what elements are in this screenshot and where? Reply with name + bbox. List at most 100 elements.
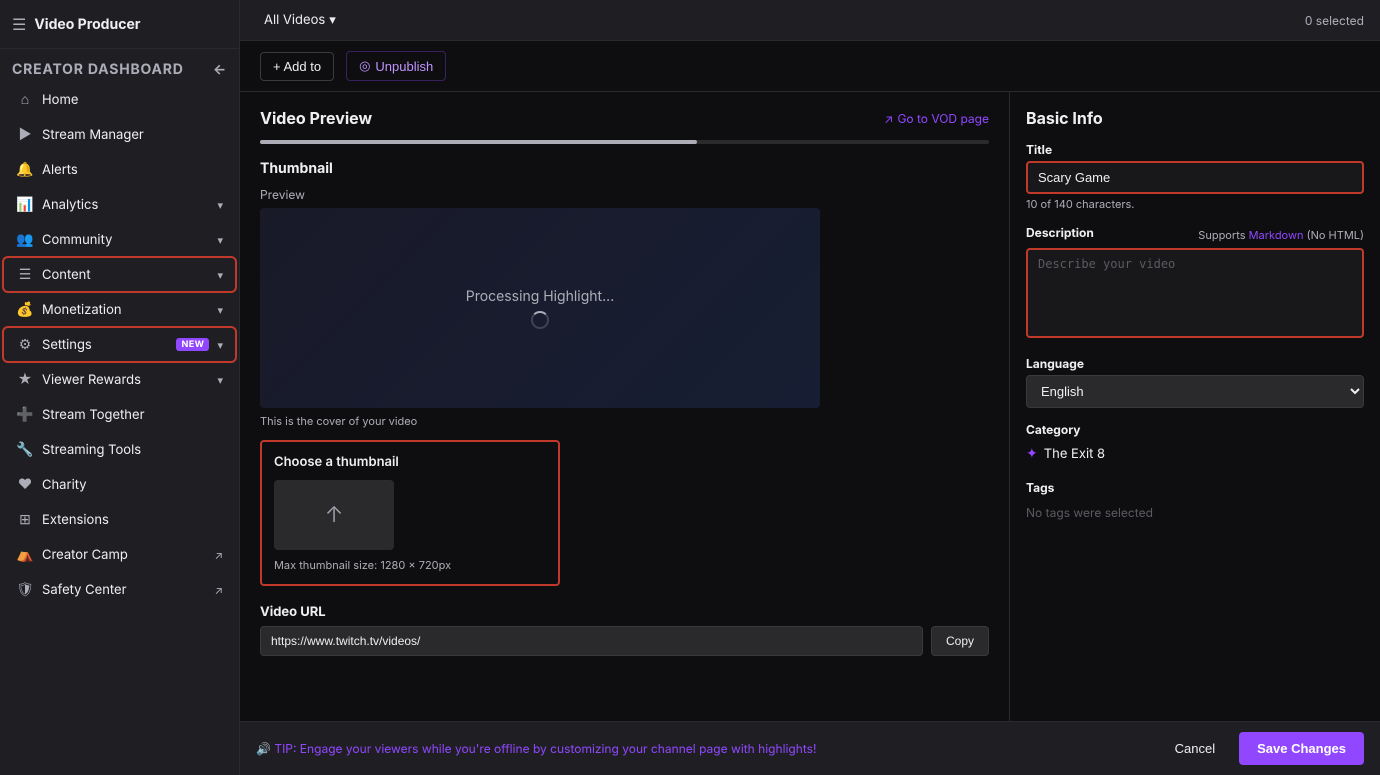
viewer-rewards-icon: ★ <box>16 371 34 388</box>
progress-bar <box>260 140 989 144</box>
sidebar-item-content[interactable]: ☰ Content ▾ <box>4 258 235 291</box>
thumbnail-section-title: Thumbnail <box>260 160 989 177</box>
sidebar-item-stream-manager[interactable]: ▶ Stream Manager <box>4 118 235 151</box>
split-panel: Video Preview ↗ Go to VOD page Thumbnail… <box>240 92 1380 721</box>
unpublish-icon: ◎ <box>359 58 370 74</box>
title-label: Title <box>1026 142 1364 157</box>
tip-emoji: 🔊 <box>256 741 271 756</box>
panel-header-row: Video Preview ↗ Go to VOD page <box>260 108 989 128</box>
sidebar-item-community[interactable]: 👥 Community ▾ <box>4 223 235 256</box>
analytics-icon: 📊 <box>16 196 34 213</box>
analytics-arrow: ▾ <box>217 198 223 212</box>
charity-icon: ♥ <box>16 476 34 493</box>
thumbnail-size-hint: Max thumbnail size: 1280 × 720px <box>274 558 546 572</box>
tags-field-group: Tags No tags were selected <box>1026 480 1364 526</box>
sidebar-item-viewer-rewards[interactable]: ★ Viewer Rewards ▾ <box>4 363 235 396</box>
copy-url-button[interactable]: Copy <box>931 626 989 656</box>
tip-message: TIP: Engage your viewers while you're of… <box>274 741 816 756</box>
tags-label: Tags <box>1026 480 1364 495</box>
monetization-icon: 💰 <box>16 301 34 318</box>
sidebar-item-streaming-tools[interactable]: 🔧 Streaming Tools <box>4 433 235 466</box>
category-label: Category <box>1026 422 1364 437</box>
go-to-vod-link[interactable]: ↗ Go to VOD page <box>884 111 989 126</box>
video-preview-image <box>260 208 820 408</box>
markdown-link[interactable]: Markdown <box>1249 228 1304 242</box>
video-url-label: Video URL <box>260 604 989 620</box>
external-link-icon: ↗ <box>214 548 223 562</box>
community-icon: 👥 <box>16 231 34 248</box>
settings-icon: ⚙ <box>16 336 34 353</box>
category-icon: ✦ <box>1026 445 1038 462</box>
description-label: Description <box>1026 225 1094 240</box>
stream-together-icon: ➕ <box>16 406 34 423</box>
cover-caption: This is the cover of your video <box>260 414 989 428</box>
sidebar-item-alerts[interactable]: 🔔 Alerts <box>4 153 235 186</box>
app-title: Video Producer <box>34 16 140 33</box>
creator-camp-icon: ⛺ <box>16 546 34 563</box>
loading-spinner <box>531 311 549 329</box>
description-textarea[interactable] <box>1026 248 1364 338</box>
language-label: Language <box>1026 356 1364 371</box>
community-arrow: ▾ <box>217 233 223 247</box>
content-icon: ☰ <box>16 266 34 283</box>
choose-thumbnail-box: Choose a thumbnail ↑ Max thumbnail size:… <box>260 440 560 586</box>
sidebar-item-safety-center[interactable]: 🛡 Safety Center ↗ <box>4 573 235 606</box>
home-icon: ⌂ <box>16 91 34 108</box>
sidebar-item-home[interactable]: ⌂ Home <box>4 83 235 116</box>
video-edit-panel: Video Preview ↗ Go to VOD page Thumbnail… <box>240 92 1010 721</box>
sidebar-header: ☰ Video Producer <box>0 0 239 49</box>
basic-info-panel: Basic Info Title 10 of 140 characters. D… <box>1010 92 1380 721</box>
video-preview-box: Processing Highlight... <box>260 208 820 408</box>
unpublish-button[interactable]: ◎ Unpublish <box>346 51 446 81</box>
sidebar-item-monetization[interactable]: 💰 Monetization ▾ <box>4 293 235 326</box>
top-toolbar: All Videos ▾ 0 selected <box>240 0 1380 41</box>
sidebar-item-extensions[interactable]: ⊞ Extensions <box>4 503 235 536</box>
safety-center-icon: 🛡 <box>16 581 34 598</box>
cancel-button[interactable]: Cancel <box>1161 733 1229 764</box>
thumbnail-upload-box[interactable]: ↑ <box>274 480 394 550</box>
external-link-icon-2: ↗ <box>214 583 223 597</box>
selected-count: 0 selected <box>1305 13 1364 28</box>
title-input[interactable] <box>1026 161 1364 194</box>
video-url-section: Video URL Copy <box>260 604 989 656</box>
save-changes-button[interactable]: Save Changes <box>1239 732 1364 765</box>
go-to-vod-icon: ↗ <box>884 111 893 126</box>
choose-thumbnail-title: Choose a thumbnail <box>274 454 546 470</box>
language-field-group: Language English <box>1026 356 1364 408</box>
add-to-label: + Add to <box>273 59 321 74</box>
bottom-bar: 🔊 TIP: Engage your viewers while you're … <box>240 721 1380 775</box>
content-arrow: ▾ <box>217 268 223 282</box>
upload-icon: ↑ <box>325 502 343 528</box>
category-field-group: Category ✦ The Exit 8 <box>1026 422 1364 466</box>
stream-manager-icon: ▶ <box>16 126 34 143</box>
language-select[interactable]: English <box>1026 375 1364 408</box>
sidebar-item-creator-camp[interactable]: ⛺ Creator Camp ↗ <box>4 538 235 571</box>
tip-text: 🔊 TIP: Engage your viewers while you're … <box>256 741 1151 756</box>
video-url-input[interactable] <box>260 626 923 656</box>
unpublish-label: Unpublish <box>375 59 433 74</box>
sidebar-item-settings[interactable]: ⚙ Settings NEW ▾ <box>4 328 235 361</box>
creator-dashboard-label: CREATOR DASHBOARD ← <box>0 49 239 82</box>
videos-dropdown[interactable]: All Videos ▾ <box>256 8 344 32</box>
processing-text: Processing Highlight... <box>466 288 614 305</box>
markdown-hint: Supports Markdown (No HTML) <box>1198 228 1364 242</box>
title-field-group: Title 10 of 140 characters. <box>1026 142 1364 211</box>
alerts-icon: 🔔 <box>16 161 34 178</box>
basic-info-title: Basic Info <box>1026 108 1364 128</box>
monetization-arrow: ▾ <box>217 303 223 317</box>
extensions-icon: ⊞ <box>16 511 34 528</box>
settings-arrow: ▾ <box>217 338 223 352</box>
main-content: All Videos ▾ 0 selected + Add to ◎ Unpub… <box>240 0 1380 775</box>
preview-label: Preview <box>260 187 989 202</box>
sidebar-item-stream-together[interactable]: ➕ Stream Together <box>4 398 235 431</box>
category-value[interactable]: ✦ The Exit 8 <box>1026 441 1364 466</box>
sidebar-item-charity[interactable]: ♥ Charity <box>4 468 235 501</box>
action-bar: + Add to ◎ Unpublish <box>240 41 1380 92</box>
sidebar-item-analytics[interactable]: 📊 Analytics ▾ <box>4 188 235 221</box>
add-to-button[interactable]: + Add to <box>260 52 334 81</box>
dropdown-arrow-icon: ▾ <box>329 12 336 28</box>
viewer-rewards-arrow: ▾ <box>217 373 223 387</box>
progress-bar-fill <box>260 140 697 144</box>
hamburger-icon[interactable]: ☰ <box>12 14 26 34</box>
sidebar: ☰ Video Producer CREATOR DASHBOARD ← ⌂ H… <box>0 0 240 775</box>
